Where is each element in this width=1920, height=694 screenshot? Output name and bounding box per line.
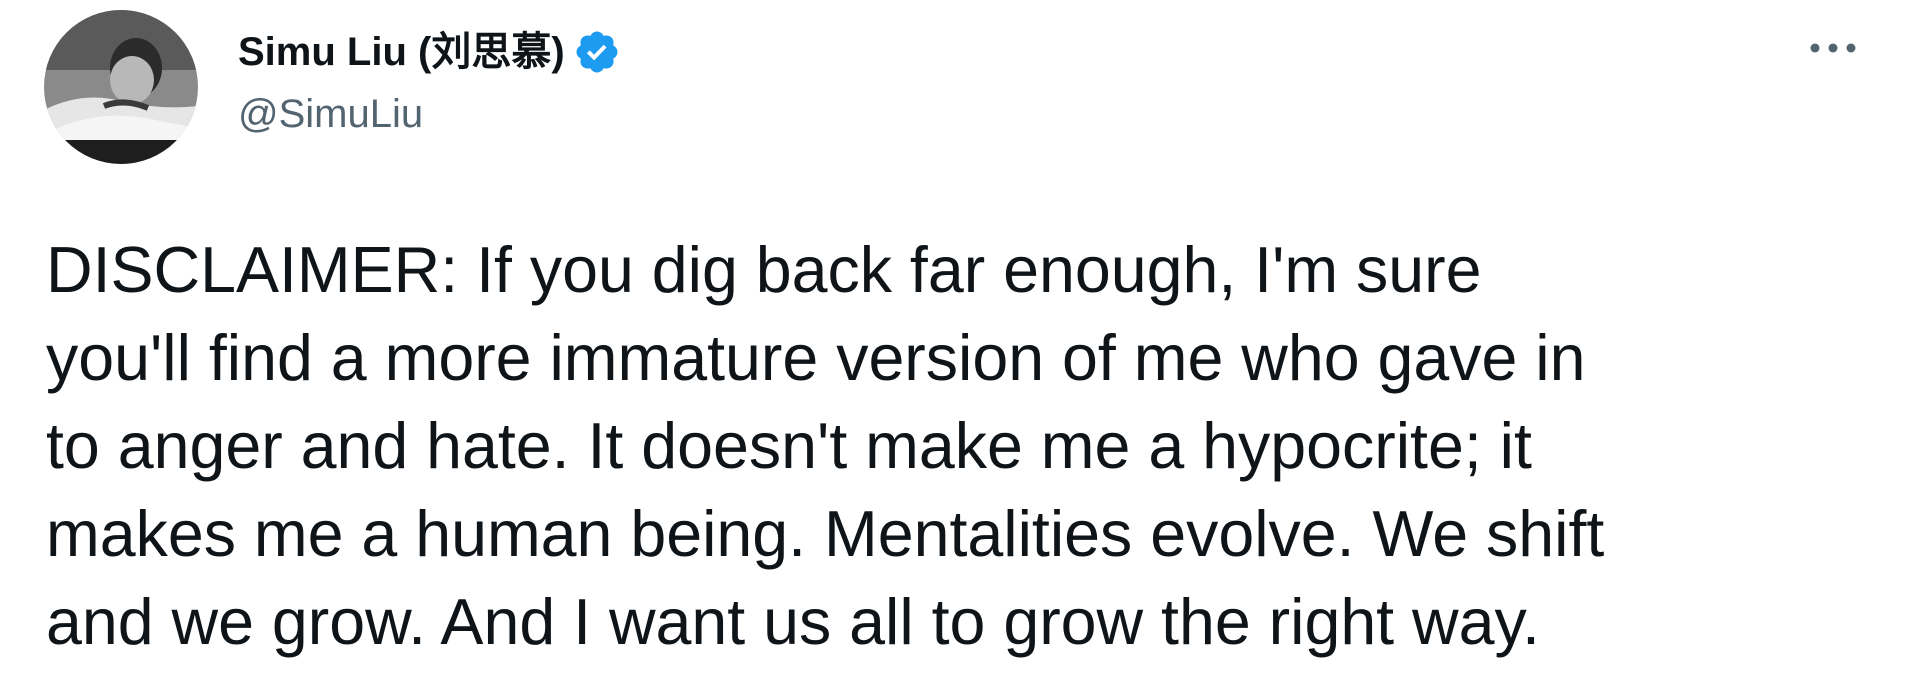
author-handle[interactable]: @SimuLiu [238, 88, 423, 140]
tweet-card: Simu Liu (刘思慕) @SimuLiu DISCLAIMER: If y… [0, 0, 1920, 694]
author-avatar[interactable] [44, 10, 198, 164]
author-display-name[interactable]: Simu Liu (刘思慕) [238, 24, 565, 80]
avatar-photo-icon [44, 10, 198, 164]
more-options-button[interactable] [1805, 26, 1861, 70]
tweet-body-text: DISCLAIMER: If you dig back far enough, … [46, 234, 1605, 658]
verified-badge-icon [573, 28, 621, 76]
author-name-row: Simu Liu (刘思慕) [238, 24, 621, 80]
more-options-icon [1810, 43, 1856, 53]
